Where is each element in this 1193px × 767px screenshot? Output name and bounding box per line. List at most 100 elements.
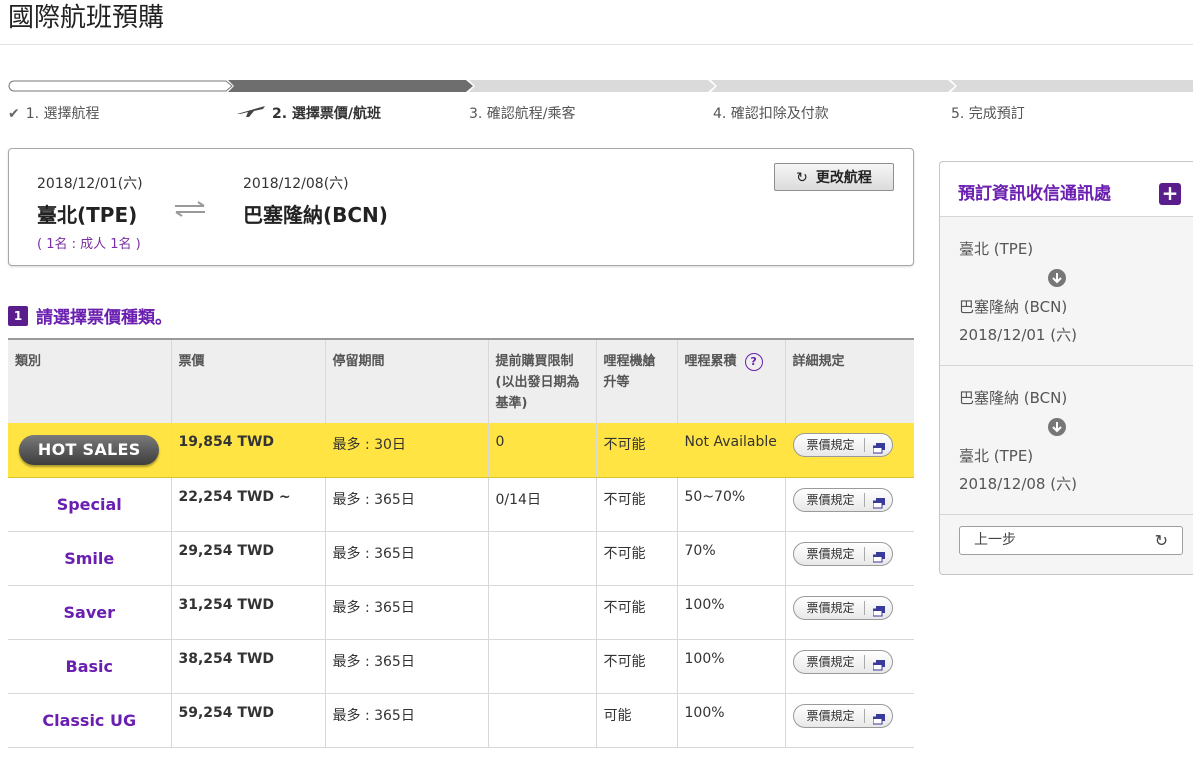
refresh-icon: ↻ bbox=[1154, 531, 1168, 550]
fare-mileage: Not Available bbox=[676, 423, 785, 478]
fare-price: 31,254 TWD bbox=[170, 585, 325, 640]
popup-window-icon bbox=[872, 602, 885, 624]
popup-window-icon bbox=[872, 656, 885, 678]
sidebar-title: 預訂資訊收信通訊處 bbox=[958, 184, 1111, 204]
step-5: 5. 完成預訂 bbox=[951, 106, 1025, 122]
fare-stay: 最多 : 365日 bbox=[324, 693, 488, 748]
popup-window-icon bbox=[872, 548, 885, 570]
segment-to: 巴塞隆納 (BCN) bbox=[959, 298, 1068, 316]
fare-stay: 最多 : 30日 bbox=[324, 423, 488, 478]
popup-window-icon bbox=[872, 494, 885, 516]
fare-price: 29,254 TWD bbox=[170, 531, 325, 586]
fare-stay: 最多 : 365日 bbox=[324, 585, 488, 640]
table-row[interactable]: Saver 31,254 TWD 最多 : 365日 不可能 100% 票價規定 bbox=[8, 585, 914, 640]
popup-window-icon bbox=[872, 710, 885, 732]
fare-rules-button[interactable]: 票價規定 bbox=[792, 541, 893, 566]
fare-type: Smile bbox=[64, 548, 115, 568]
col-header-stay: 停留期間 bbox=[324, 338, 488, 423]
round-trip-arrows-icon bbox=[173, 200, 207, 222]
table-row[interactable]: Special 22,254 TWD ~ 最多 : 365日 0/14日 不可能… bbox=[8, 477, 914, 532]
fare-stay: 最多 : 365日 bbox=[324, 531, 488, 586]
fare-price: 19,854 TWD bbox=[170, 423, 325, 478]
fare-upgrade: 可能 bbox=[595, 693, 677, 748]
fare-upgrade: 不可能 bbox=[595, 639, 677, 694]
fare-rules-button[interactable]: 票價規定 bbox=[792, 487, 893, 512]
change-itinerary-button[interactable]: ↻ 更改航程 bbox=[774, 163, 894, 191]
fare-type: Basic bbox=[65, 656, 113, 676]
table-row[interactable]: Basic 38,254 TWD 最多 : 365日 不可能 100% 票價規定 bbox=[8, 639, 914, 694]
hot-sales-badge: HOT SALES bbox=[19, 434, 160, 465]
page-bottom-mask bbox=[0, 755, 914, 767]
booking-info-sidebar: 預訂資訊收信通訊處 + 臺北 (TPE) 巴塞隆納 (BCN) 2018/12/… bbox=[939, 161, 1193, 575]
fare-advance bbox=[487, 585, 596, 640]
fare-upgrade: 不可能 bbox=[595, 477, 677, 532]
step-labels: ✔ 1. 選擇航程 2. 選擇票價/航班 3. 確認航程/乘客 4. 確認扣除及付… bbox=[0, 103, 1193, 123]
fare-mileage: 100% bbox=[676, 693, 785, 748]
segment-date: 2018/12/01 (六) bbox=[959, 326, 1077, 344]
step-2: 2. 選擇票價/航班 bbox=[236, 103, 381, 123]
passenger-count: ( 1名 : 成人 1名 ) bbox=[37, 237, 141, 252]
col-header-advance: 提前購買限制 (以出發日期為 基準) bbox=[487, 338, 596, 423]
fare-price: 38,254 TWD bbox=[170, 639, 325, 694]
fare-table: 類別 票價 停留期間 提前購買限制 (以出發日期為 基準) 哩程機艙 升等 哩程… bbox=[8, 338, 914, 748]
fare-mileage: 70% bbox=[676, 531, 785, 586]
fare-type: Special bbox=[56, 494, 122, 514]
return-date: 2018/12/08(六) bbox=[243, 176, 349, 192]
fare-type: Saver bbox=[63, 602, 116, 622]
segment-from: 巴塞隆納 (BCN) bbox=[959, 389, 1068, 407]
title-divider bbox=[0, 44, 1193, 45]
step-3: 3. 確認航程/乘客 bbox=[469, 106, 576, 122]
col-header-mileage: 哩程累積? bbox=[676, 338, 785, 423]
sidebar-segment-return: 巴塞隆納 (BCN) 臺北 (TPE) 2018/12/08 (六) bbox=[940, 366, 1193, 515]
fare-advance bbox=[487, 693, 596, 748]
fare-rules-button[interactable]: 票價規定 bbox=[792, 595, 893, 620]
origin-city: 臺北(TPE) bbox=[37, 203, 138, 227]
popup-window-icon bbox=[872, 439, 885, 461]
fare-mileage: 100% bbox=[676, 639, 785, 694]
trip-summary: 2018/12/01(六) 2018/12/08(六) 臺北(TPE) 巴塞隆納… bbox=[8, 148, 914, 266]
fare-upgrade: 不可能 bbox=[595, 585, 677, 640]
fare-rules-button[interactable]: 票價規定 bbox=[792, 703, 893, 728]
step-4: 4. 確認扣除及付款 bbox=[713, 106, 829, 122]
sidebar-header: 預訂資訊收信通訊處 + bbox=[940, 162, 1193, 217]
table-row[interactable]: HOT SALES 19,854 TWD 最多 : 30日 0 不可能 Not … bbox=[8, 423, 914, 478]
segment-from: 臺北 (TPE) bbox=[959, 240, 1034, 258]
fare-mileage: 50~70% bbox=[676, 477, 785, 532]
expand-plus-icon[interactable]: + bbox=[1159, 183, 1181, 205]
fare-upgrade: 不可能 bbox=[595, 423, 677, 478]
section-title: 請選擇票價種類。 bbox=[36, 308, 172, 328]
fare-upgrade: 不可能 bbox=[595, 531, 677, 586]
progress-bar bbox=[8, 80, 1193, 92]
fare-advance: 0/14日 bbox=[487, 477, 596, 532]
col-header-rules: 詳細規定 bbox=[784, 338, 914, 423]
arrow-down-icon bbox=[1048, 418, 1066, 440]
col-header-type: 類別 bbox=[8, 338, 171, 423]
page-title: 國際航班預購 bbox=[8, 3, 165, 33]
check-icon: ✔ bbox=[8, 106, 20, 122]
previous-step-button[interactable]: 上一步 ↻ bbox=[959, 526, 1183, 555]
fare-price: 59,254 TWD bbox=[170, 693, 325, 748]
fare-stay: 最多 : 365日 bbox=[324, 639, 488, 694]
airplane-icon bbox=[236, 104, 266, 122]
fare-mileage: 100% bbox=[676, 585, 785, 640]
col-header-upgrade: 哩程機艙 升等 bbox=[595, 338, 677, 423]
fare-rules-button[interactable]: 票價規定 bbox=[792, 433, 893, 457]
section-heading: 1 請選擇票價種類。 bbox=[8, 303, 172, 328]
section-number-badge: 1 bbox=[8, 305, 28, 326]
help-icon[interactable]: ? bbox=[744, 353, 763, 371]
fare-rules-button[interactable]: 票價規定 bbox=[792, 649, 893, 674]
fare-advance bbox=[487, 639, 596, 694]
table-row[interactable]: Classic UG 59,254 TWD 最多 : 365日 可能 100% … bbox=[8, 693, 914, 748]
depart-date: 2018/12/01(六) bbox=[37, 176, 143, 192]
fare-price: 22,254 TWD ~ bbox=[170, 477, 325, 532]
arrow-down-icon bbox=[1048, 269, 1066, 291]
fare-advance bbox=[487, 531, 596, 586]
fare-type: Classic UG bbox=[42, 710, 137, 730]
refresh-icon: ↻ bbox=[796, 170, 808, 186]
col-header-price: 票價 bbox=[170, 338, 325, 423]
step-1: ✔ 1. 選擇航程 bbox=[8, 106, 100, 122]
table-header-row: 類別 票價 停留期間 提前購買限制 (以出發日期為 基準) 哩程機艙 升等 哩程… bbox=[8, 338, 914, 423]
sidebar-segment-outbound: 臺北 (TPE) 巴塞隆納 (BCN) 2018/12/01 (六) bbox=[940, 217, 1193, 366]
table-row[interactable]: Smile 29,254 TWD 最多 : 365日 不可能 70% 票價規定 bbox=[8, 531, 914, 586]
fare-stay: 最多 : 365日 bbox=[324, 477, 488, 532]
